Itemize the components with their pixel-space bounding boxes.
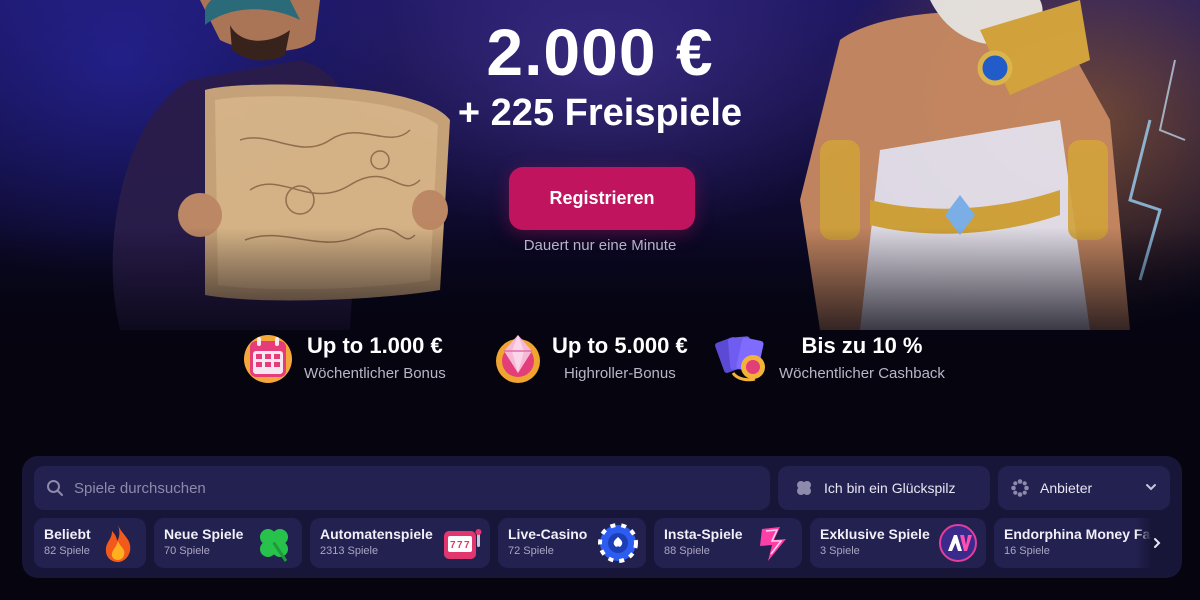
promo-weekly-cashback[interactable]: Bis zu 10 % Wöchentlicher Cashback [715,327,945,387]
gem-icon [496,335,540,383]
clover-icon [797,481,811,495]
chevron-down-icon [1146,484,1156,491]
category-exclusive-games[interactable]: Exklusive Spiele 3 Spiele [810,518,986,568]
flame-icon [105,525,131,562]
category-scroll-right[interactable] [1136,518,1170,568]
slot-machine-icon: 777 [444,529,482,559]
category-insta-games[interactable]: Insta-Spiele 88 Spiele [654,518,802,568]
category-popular[interactable]: Beliebt 82 Spiele [34,518,146,568]
promo-title: Up to 1.000 € [307,332,443,358]
search-icon [47,480,63,496]
providers-icon [1011,479,1029,497]
category-row: Beliebt 82 Spiele Neue Spiele 70 Spiele … [34,518,1170,568]
chevron-right-icon [1154,538,1161,548]
clover-icon [260,529,288,562]
lucky-label: Ich bin ein Glückspilz [824,480,956,496]
free-spins-text: + 225 Freispiele [457,92,743,134]
promo-weekly-bonus[interactable]: Up to 1.000 € Wöchentlicher Bonus [242,327,446,387]
provider-label: Anbieter [1040,480,1093,496]
promo-subtitle: Wöchentlicher Bonus [304,364,446,382]
svg-text:7: 7 [450,540,456,551]
svg-text:7: 7 [464,540,470,551]
exclusive-logo-icon [939,524,977,562]
cards-icon [715,336,765,382]
promo-title: Bis zu 10 % [801,332,923,358]
promo-subtitle: Highroller-Bonus [564,364,676,382]
poker-chip-icon [598,523,638,563]
search-input[interactable] [74,479,734,497]
hero-banner: 2.000 € + 225 Freispiele Registrieren Da… [0,0,1200,455]
provider-dropdown[interactable]: Anbieter [998,466,1170,510]
category-new-games[interactable]: Neue Spiele 70 Spiele [154,518,302,568]
category-slots[interactable]: Automatenspiele 2313 Spiele 777 [310,518,490,568]
lightning-icon [760,527,786,561]
svg-text:7: 7 [457,540,463,551]
promo-title: Up to 5.000 € [552,332,688,358]
promo-subtitle: Wöchentlicher Cashback [779,364,945,382]
calendar-icon [244,335,292,383]
bonus-amount: 2.000 € [486,15,714,89]
register-button[interactable]: Registrieren [509,167,695,230]
game-browser-panel: Ich bin ein Glückspilz Anbieter Beliebt … [22,456,1182,578]
search-bar[interactable] [34,466,770,510]
lucky-button[interactable]: Ich bin ein Glückspilz [778,466,990,510]
promo-highroller-bonus[interactable]: Up to 5.000 € Highroller-Bonus [490,327,688,387]
register-hint: Dauert nur eine Minute [523,237,677,254]
category-live-casino[interactable]: Live-Casino 72 Spiele [498,518,646,568]
